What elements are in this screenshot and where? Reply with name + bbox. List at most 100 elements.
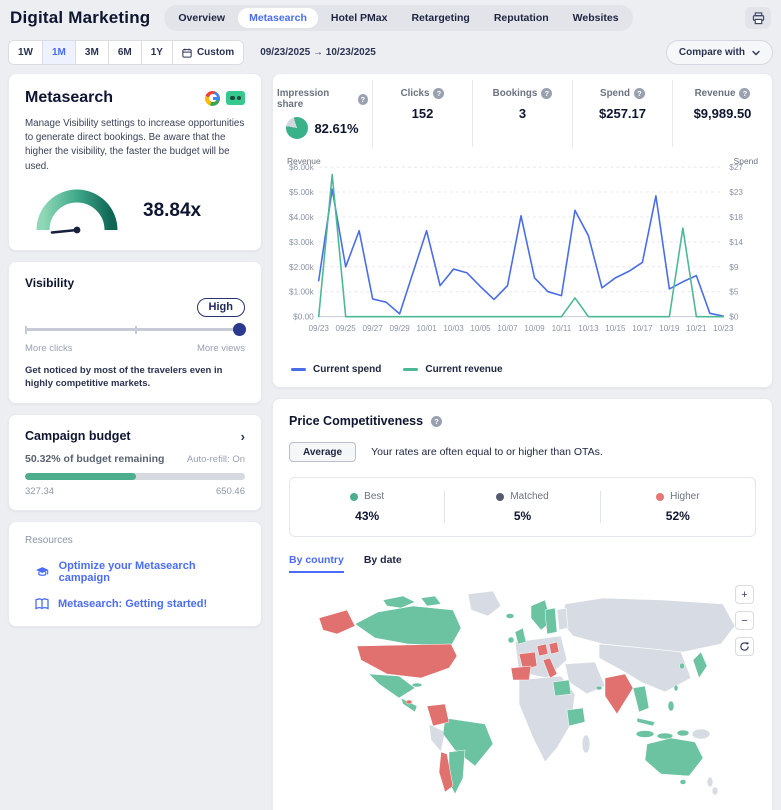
svg-text:$0: $0 [729,312,739,322]
impression-share-pie [286,117,308,139]
svg-text:$18: $18 [729,212,743,222]
tab-websites[interactable]: Websites [562,8,630,28]
range-1w[interactable]: 1W [9,41,43,64]
trivago-icon [226,91,245,105]
range-3m[interactable]: 3M [76,41,109,64]
tab-by-date[interactable]: By date [364,554,402,573]
kpi-revenue: Revenue $9,989.50 [673,80,772,147]
range-1m[interactable]: 1M [43,41,76,64]
svg-text:$5: $5 [729,287,739,297]
visibility-slider[interactable] [25,323,245,336]
calendar-icon [182,48,192,58]
svg-text:10/17: 10/17 [632,324,653,333]
date-range-segments: 1W 1M 3M 6M 1Y Custom [8,40,244,65]
resource-link-getting-started[interactable]: Metasearch: Getting started! [25,598,245,610]
help-icon[interactable] [433,88,444,99]
spend-revenue-chart[interactable]: RevenueSpend$6.00k$27$5.00k$23$4.00k$18$… [273,153,772,358]
metasearch-title: Metasearch [25,89,113,107]
higher-dot-icon [656,493,664,501]
svg-text:09/29: 09/29 [389,324,410,333]
tab-hotel-pmax[interactable]: Hotel PMax [320,8,399,28]
budget-chevron-icon[interactable]: › [241,430,245,443]
help-icon[interactable] [431,416,442,427]
performance-card: Impression share 82.61% Clicks 152 Booki… [272,73,773,388]
slider-right-label: More views [197,343,245,354]
svg-text:10/15: 10/15 [605,324,626,333]
visibility-card: Visibility High More clicks More views G… [8,261,262,405]
sidebar: Metasearch Manage Visibility settings to… [8,73,262,627]
svg-text:$14: $14 [729,237,743,247]
budget-spent: 327.34 [25,486,54,497]
help-icon[interactable] [739,88,750,99]
top-bar: Digital Marketing Overview Metasearch Ho… [0,0,781,33]
help-icon[interactable] [634,88,645,99]
svg-text:$5.00k: $5.00k [289,187,315,197]
printer-icon [752,12,765,25]
tab-metasearch[interactable]: Metasearch [238,8,318,28]
svg-text:10/21: 10/21 [686,324,707,333]
slider-handle[interactable] [233,323,246,336]
legend-current-spend[interactable]: Current spend [291,364,381,375]
world-map[interactable]: + − [289,581,756,810]
main-nav: Overview Metasearch Hotel PMax Retargeti… [164,5,632,31]
range-6m[interactable]: 6M [109,41,142,64]
compare-with-dropdown[interactable]: Compare with [666,40,773,65]
help-icon[interactable] [541,88,552,99]
budget-total: 650.46 [216,486,245,497]
price-title: Price Competitiveness [289,414,423,428]
svg-text:$9: $9 [729,262,739,272]
price-competitiveness-card: Price Competitiveness Average Your rates… [272,398,773,810]
print-button[interactable] [745,7,771,29]
tab-by-country[interactable]: By country [289,554,344,573]
roas-gauge [31,186,123,236]
svg-text:$6.00k: $6.00k [289,162,315,172]
world-map-canvas[interactable] [303,581,743,803]
roas-value: 38.84x [143,200,201,222]
resource-link-optimize[interactable]: Optimize your Metasearch campaign [25,560,245,584]
help-icon[interactable] [358,94,368,105]
price-stats: Best 43% Matched 5% Higher 52% [289,477,756,537]
svg-text:$1.00k: $1.00k [289,287,315,297]
chevron-down-icon [752,50,760,56]
svg-text:10/11: 10/11 [552,324,572,333]
range-custom[interactable]: Custom [173,41,243,64]
svg-text:10/13: 10/13 [578,324,599,333]
stat-higher: Higher 52% [600,491,755,523]
metasearch-description: Manage Visibility settings to increase o… [25,117,245,174]
svg-text:09/25: 09/25 [336,324,357,333]
svg-text:10/23: 10/23 [713,324,734,333]
reset-icon [739,641,750,652]
svg-text:10/03: 10/03 [443,324,464,333]
visibility-caption: Get noticed by most of the travelers eve… [25,364,245,391]
book-icon [35,598,49,610]
svg-text:09/27: 09/27 [362,324,383,333]
budget-title: Campaign budget [25,429,131,443]
budget-autorefill: Auto-refill: On [187,454,245,465]
kpi-bookings: Bookings 3 [473,80,573,147]
selected-date-range: 09/23/2025 → 10/23/2025 [260,47,376,58]
map-reset-button[interactable] [735,637,754,656]
range-1y[interactable]: 1Y [142,41,173,64]
kpi-clicks: Clicks 152 [373,80,473,147]
price-rating-text: Your rates are often equal to or higher … [371,446,603,458]
campaign-budget-card: Campaign budget › 50.32% of budget remai… [8,414,262,511]
matched-dot-icon [496,493,504,501]
tab-reputation[interactable]: Reputation [483,8,560,28]
slider-left-label: More clicks [25,343,73,354]
filters-bar: 1W 1M 3M 6M 1Y Custom 09/23/2025 → 10/23… [0,33,781,71]
zoom-in-button[interactable]: + [735,585,754,604]
legend-current-revenue[interactable]: Current revenue [403,364,502,375]
tab-retargeting[interactable]: Retargeting [400,8,480,28]
svg-text:10/19: 10/19 [659,324,680,333]
best-dot-icon [350,493,358,501]
visibility-level-badge: High [197,298,245,317]
zoom-out-button[interactable]: − [735,611,754,630]
budget-progress-bar [25,473,245,480]
svg-text:$4.00k: $4.00k [289,212,315,222]
kpi-spend: Spend $257.17 [573,80,673,147]
tab-overview[interactable]: Overview [167,8,236,28]
price-rating-badge: Average [289,442,356,462]
svg-text:10/01: 10/01 [416,324,437,333]
resources-card: Resources Optimize your Metasearch campa… [8,521,262,627]
resources-label: Resources [25,535,245,546]
